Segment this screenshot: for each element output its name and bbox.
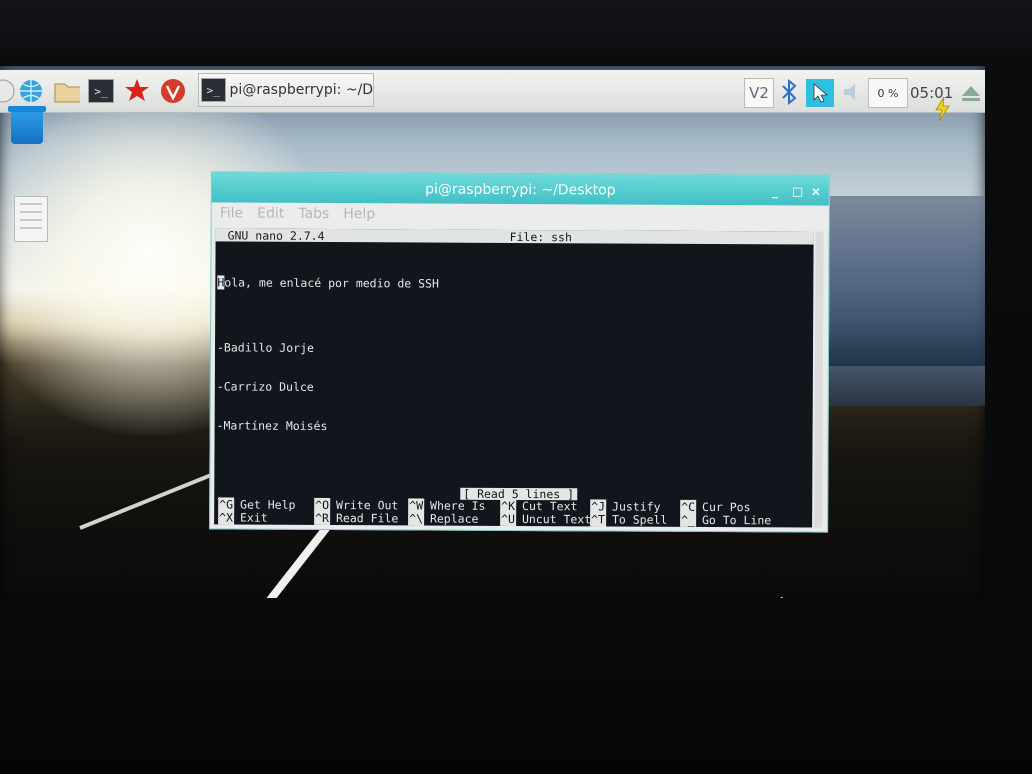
window-titlebar[interactable]: pi@raspberrypi: ~/Desktop _ □ × <box>211 172 829 206</box>
menu-file[interactable]: File <box>220 205 244 221</box>
menu-tabs[interactable]: Tabs <box>298 206 329 222</box>
task-button-terminal[interactable]: >_ pi@raspberrypi: ~/De... <box>198 73 374 107</box>
shortcut-read-file[interactable]: ^R Read File <box>314 510 398 525</box>
network-icon[interactable] <box>806 79 834 107</box>
shortcut-go-to-line[interactable]: ^_ Go To Line <box>680 512 771 527</box>
nano-header: GNU nano 2.7.4 File: ssh <box>215 228 814 245</box>
menu-help[interactable]: Help <box>343 206 375 222</box>
web-browser-icon[interactable] <box>18 78 44 104</box>
close-button[interactable]: × <box>811 185 821 199</box>
mathematica-icon[interactable] <box>124 78 150 104</box>
editor-line: -Badillo Jorje <box>216 340 314 355</box>
menu-bar: File Edit Tabs Help <box>211 202 829 228</box>
shortcut-justify[interactable]: ^J Justify <box>590 499 661 514</box>
nano-shortcuts: ^G Get Help ^X Exit ^O Write Out ^R Read Fil… <box>218 497 808 527</box>
shortcut-cur-pos[interactable]: ^C Cur Pos <box>680 499 751 514</box>
terminal-area[interactable]: GNU nano 2.7.4 File: ssh Hola, me enlacé… <box>214 228 814 528</box>
shortcut-replace[interactable]: ^\ Replace <box>408 511 478 526</box>
terminal-icon[interactable]: >_ <box>88 78 114 104</box>
menu-icon[interactable] <box>0 78 16 104</box>
task-button-label: pi@raspberrypi: ~/De... <box>229 82 373 98</box>
maximize-button[interactable]: □ <box>792 184 803 198</box>
terminal-window: pi@raspberrypi: ~/Desktop _ □ × File Edi… <box>209 171 830 533</box>
shortcut-where-is[interactable]: ^W Where Is <box>408 498 485 513</box>
trash-icon[interactable] <box>8 106 46 144</box>
shortcut-exit[interactable]: ^X Exit <box>218 510 268 525</box>
editor-content[interactable]: Hola, me enlacé por medio de SSH -Badill… <box>216 250 439 459</box>
taskbar: >_ >_ pi@raspberrypi: ~/De... V2 0 % 05:… <box>0 70 985 122</box>
nano-filename: File: ssh <box>509 229 572 245</box>
editor-line: Hola, me enlacé por medio de SSH <box>217 275 439 291</box>
terminal-icon: >_ <box>201 78 226 102</box>
nano-version: GNU nano 2.7.4 <box>227 228 325 243</box>
window-title: pi@raspberrypi: ~/Desktop <box>425 181 616 199</box>
shortcut-cut-text[interactable]: ^K Cut Text <box>500 498 577 513</box>
shortcut-uncut-text[interactable]: ^U Uncut Text <box>500 511 591 526</box>
volume-icon[interactable] <box>840 79 866 105</box>
file-manager-icon[interactable] <box>54 78 80 104</box>
shortcut-get-help[interactable]: ^G Get Help <box>218 497 295 512</box>
editor-line: -Carrizo Dulce <box>216 379 314 394</box>
editor-line: -Martínez Moisés <box>216 418 328 433</box>
vnc-icon[interactable]: V2 <box>744 78 774 108</box>
menu-edit[interactable]: Edit <box>257 206 284 222</box>
bluetooth-icon[interactable] <box>776 79 802 105</box>
document-icon[interactable] <box>14 196 48 242</box>
cpu-usage-indicator: 0 % <box>868 78 908 108</box>
power-warning-icon <box>932 96 952 122</box>
eject-icon[interactable] <box>958 80 984 106</box>
shortcut-write-out[interactable]: ^O Write Out <box>314 497 398 512</box>
shortcut-to-spell[interactable]: ^T To Spell <box>590 512 667 527</box>
wolfram-icon[interactable] <box>160 78 186 104</box>
terminal-scrollbar[interactable] <box>814 231 824 528</box>
minimize-button[interactable]: _ <box>772 184 778 198</box>
